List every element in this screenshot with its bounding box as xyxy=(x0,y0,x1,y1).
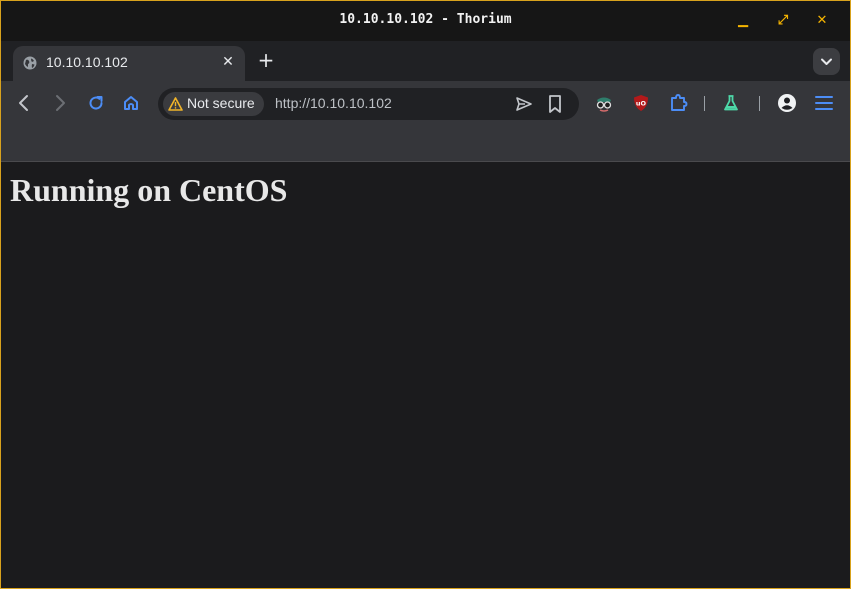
ublock-button[interactable]: uO xyxy=(630,92,652,114)
back-button[interactable] xyxy=(13,92,35,114)
reload-icon xyxy=(89,96,103,110)
profile-button[interactable] xyxy=(776,92,798,114)
minimize-button[interactable]: ▁ xyxy=(735,13,751,29)
address-bar[interactable]: Not secure http://10.10.10.102 xyxy=(158,88,579,120)
url-text[interactable]: http://10.10.10.102 xyxy=(275,95,392,111)
toolbar-separator xyxy=(759,96,760,111)
menu-button[interactable] xyxy=(813,92,835,114)
home-icon xyxy=(124,96,138,110)
chevron-down-icon xyxy=(821,58,832,65)
tab-close-icon[interactable]: ✕ xyxy=(220,54,236,70)
menu-icon xyxy=(815,96,833,110)
spy-extension-icon xyxy=(596,97,612,112)
forward-button[interactable] xyxy=(49,92,71,114)
security-label: Not secure xyxy=(187,95,255,111)
svg-text:uO: uO xyxy=(636,100,647,108)
browser-window: 10.10.10.102 - Thorium ▁ ⤢ ✕ 10.10.10.10… xyxy=(0,0,851,589)
tab-strip: 10.10.10.102 ✕ + xyxy=(1,41,850,81)
bookmark-button[interactable] xyxy=(544,93,566,115)
forward-icon xyxy=(56,95,65,111)
tab-title: 10.10.10.102 xyxy=(46,54,128,70)
maximize-button[interactable]: ⤢ xyxy=(775,13,791,29)
toolbar-separator xyxy=(704,96,705,111)
profile-icon xyxy=(778,94,796,112)
new-tab-button[interactable]: + xyxy=(257,50,275,70)
page-content: Running on CentOS xyxy=(1,162,850,588)
reload-button[interactable] xyxy=(85,92,107,114)
window-title: 10.10.10.102 - Thorium xyxy=(339,12,512,27)
ublock-icon: uO xyxy=(634,95,648,111)
labs-icon xyxy=(724,95,738,111)
home-button[interactable] xyxy=(120,92,142,114)
send-icon xyxy=(516,97,532,111)
security-chip[interactable]: Not secure xyxy=(163,92,264,116)
toolbar: Not secure http://10.10.10.102 uO xyxy=(1,81,850,126)
back-icon xyxy=(19,95,28,111)
tab-active[interactable]: 10.10.10.102 ✕ xyxy=(13,46,245,81)
globe-icon xyxy=(23,56,37,70)
warning-icon xyxy=(168,97,183,111)
spy-extension-button[interactable] xyxy=(593,92,615,114)
send-button[interactable] xyxy=(513,93,535,115)
tab-search-button[interactable] xyxy=(813,48,840,75)
close-window-button[interactable]: ✕ xyxy=(814,13,830,29)
labs-button[interactable] xyxy=(720,92,742,114)
extensions-button[interactable] xyxy=(667,92,689,114)
bookmark-icon xyxy=(549,95,561,113)
title-bar[interactable]: 10.10.10.102 - Thorium ▁ ⤢ ✕ xyxy=(1,1,850,41)
page-heading: Running on CentOS xyxy=(10,172,288,208)
bookmarks-bar xyxy=(1,126,850,162)
extensions-icon xyxy=(671,94,688,111)
